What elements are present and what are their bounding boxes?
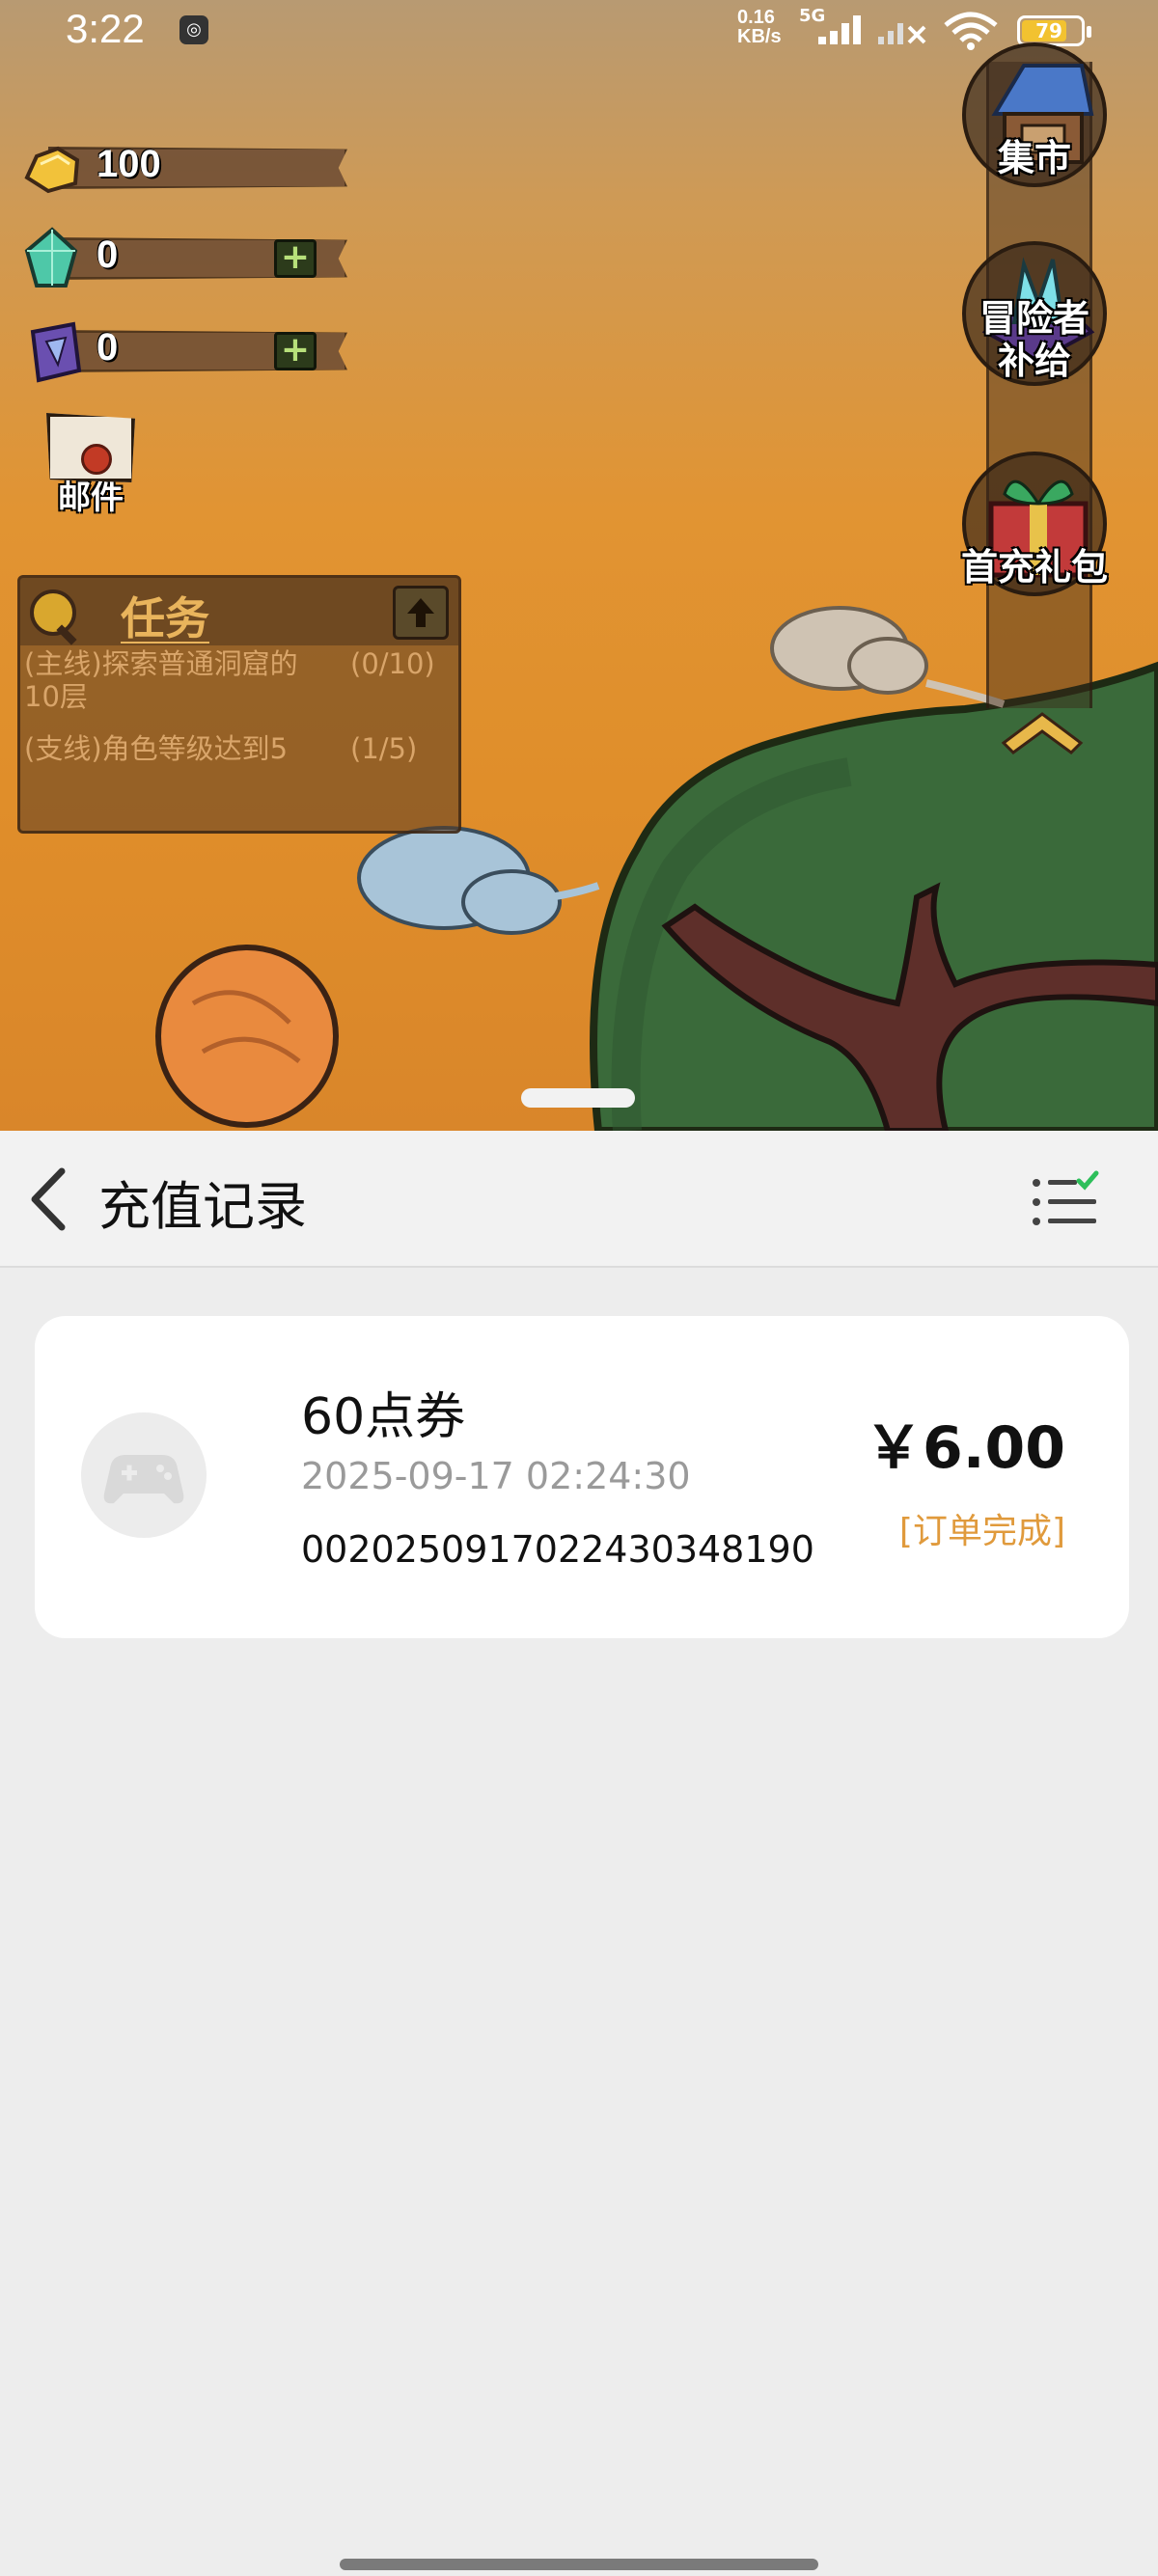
add-crystal-button[interactable]: + (274, 332, 317, 370)
quest-item-progress: (0/10) (350, 647, 435, 680)
signal-no-service-icon (878, 23, 926, 44)
status-time: 3:22 (66, 6, 145, 51)
orange-ball (155, 945, 339, 1128)
gold-value: 100 (96, 143, 161, 185)
record-status: [订单完成] (898, 1512, 1065, 1551)
record-product-name: 60点券 (301, 1388, 466, 1446)
adventurer-supply-label-line1: 冒险者 (979, 297, 1089, 340)
mail-button[interactable]: 邮件 (42, 413, 139, 529)
app-notification-icon: ◎ (179, 15, 208, 44)
adventurer-supply-button[interactable]: 冒险者 补给 (950, 241, 1119, 386)
home-indicator[interactable] (340, 2559, 818, 2570)
gold-icon (24, 146, 80, 194)
quest-panel[interactable]: 任务 (主线)探索普通洞窟的10层 (0/10) (支线)角色等级达到5 (1/… (17, 575, 461, 834)
market-label: 集市 (997, 137, 1071, 179)
resource-crystal: 0 + (19, 318, 347, 383)
resource-diamond: 0 + (19, 226, 347, 288)
diamond-value: 0 (96, 233, 119, 276)
mail-icon (46, 413, 135, 482)
cloud-blue (357, 826, 562, 935)
magnifier-icon (30, 589, 76, 636)
collapse-quest-button[interactable] (393, 586, 449, 640)
resource-gold: 100 (19, 135, 347, 197)
checked-list-icon[interactable] (1029, 1169, 1102, 1233)
diamond-icon (24, 227, 78, 288)
crystal-card-icon (30, 321, 82, 383)
sheet-drag-handle[interactable] (521, 1088, 635, 1108)
net-speed-value: 0.16 (737, 7, 775, 28)
gamepad-icon (81, 1412, 207, 1538)
battery-level: 79 (1035, 19, 1062, 42)
net-speed: 0.16 KB/s (737, 8, 782, 46)
quest-title: 任务 (121, 592, 209, 644)
adventurer-supply-label-line2: 补给 (997, 340, 1071, 382)
game-view[interactable]: 3:22 ◎ 0.16 KB/s 5G 79 100 0 + 0 + 邮件 任务… (0, 0, 1158, 1131)
adventurer-supply-label: 冒险者 补给 (950, 297, 1119, 382)
quest-item-text: (主线)探索普通洞窟的10层 (24, 647, 298, 713)
quest-item-text: (支线)角色等级达到5 (24, 732, 289, 765)
first-recharge-gift-button[interactable]: 首充礼包 (950, 452, 1119, 596)
record-datetime: 2025-09-17 02:24:30 (301, 1455, 691, 1497)
header-bar: 充值记录 (0, 1131, 1158, 1268)
quest-item-progress: (1/5) (350, 732, 418, 765)
market-button[interactable]: 集市 (950, 42, 1119, 187)
record-amount: ￥6.00 (864, 1414, 1065, 1482)
signal-icon (818, 15, 861, 44)
record-order-number: 0020250917022430348190 (301, 1528, 814, 1571)
net-speed-unit: KB/s (737, 26, 782, 47)
add-diamond-button[interactable]: + (274, 239, 317, 278)
chevron-left-icon[interactable] (23, 1165, 81, 1233)
crystal-value: 0 (96, 326, 119, 369)
recharge-record-card[interactable]: 60点券 2025-09-17 02:24:30 002025091702243… (35, 1316, 1129, 1638)
page-title: 充值记录 (98, 1176, 307, 1237)
first-recharge-gift-label: 首充礼包 (960, 546, 1108, 589)
cloud-grey (770, 606, 928, 695)
